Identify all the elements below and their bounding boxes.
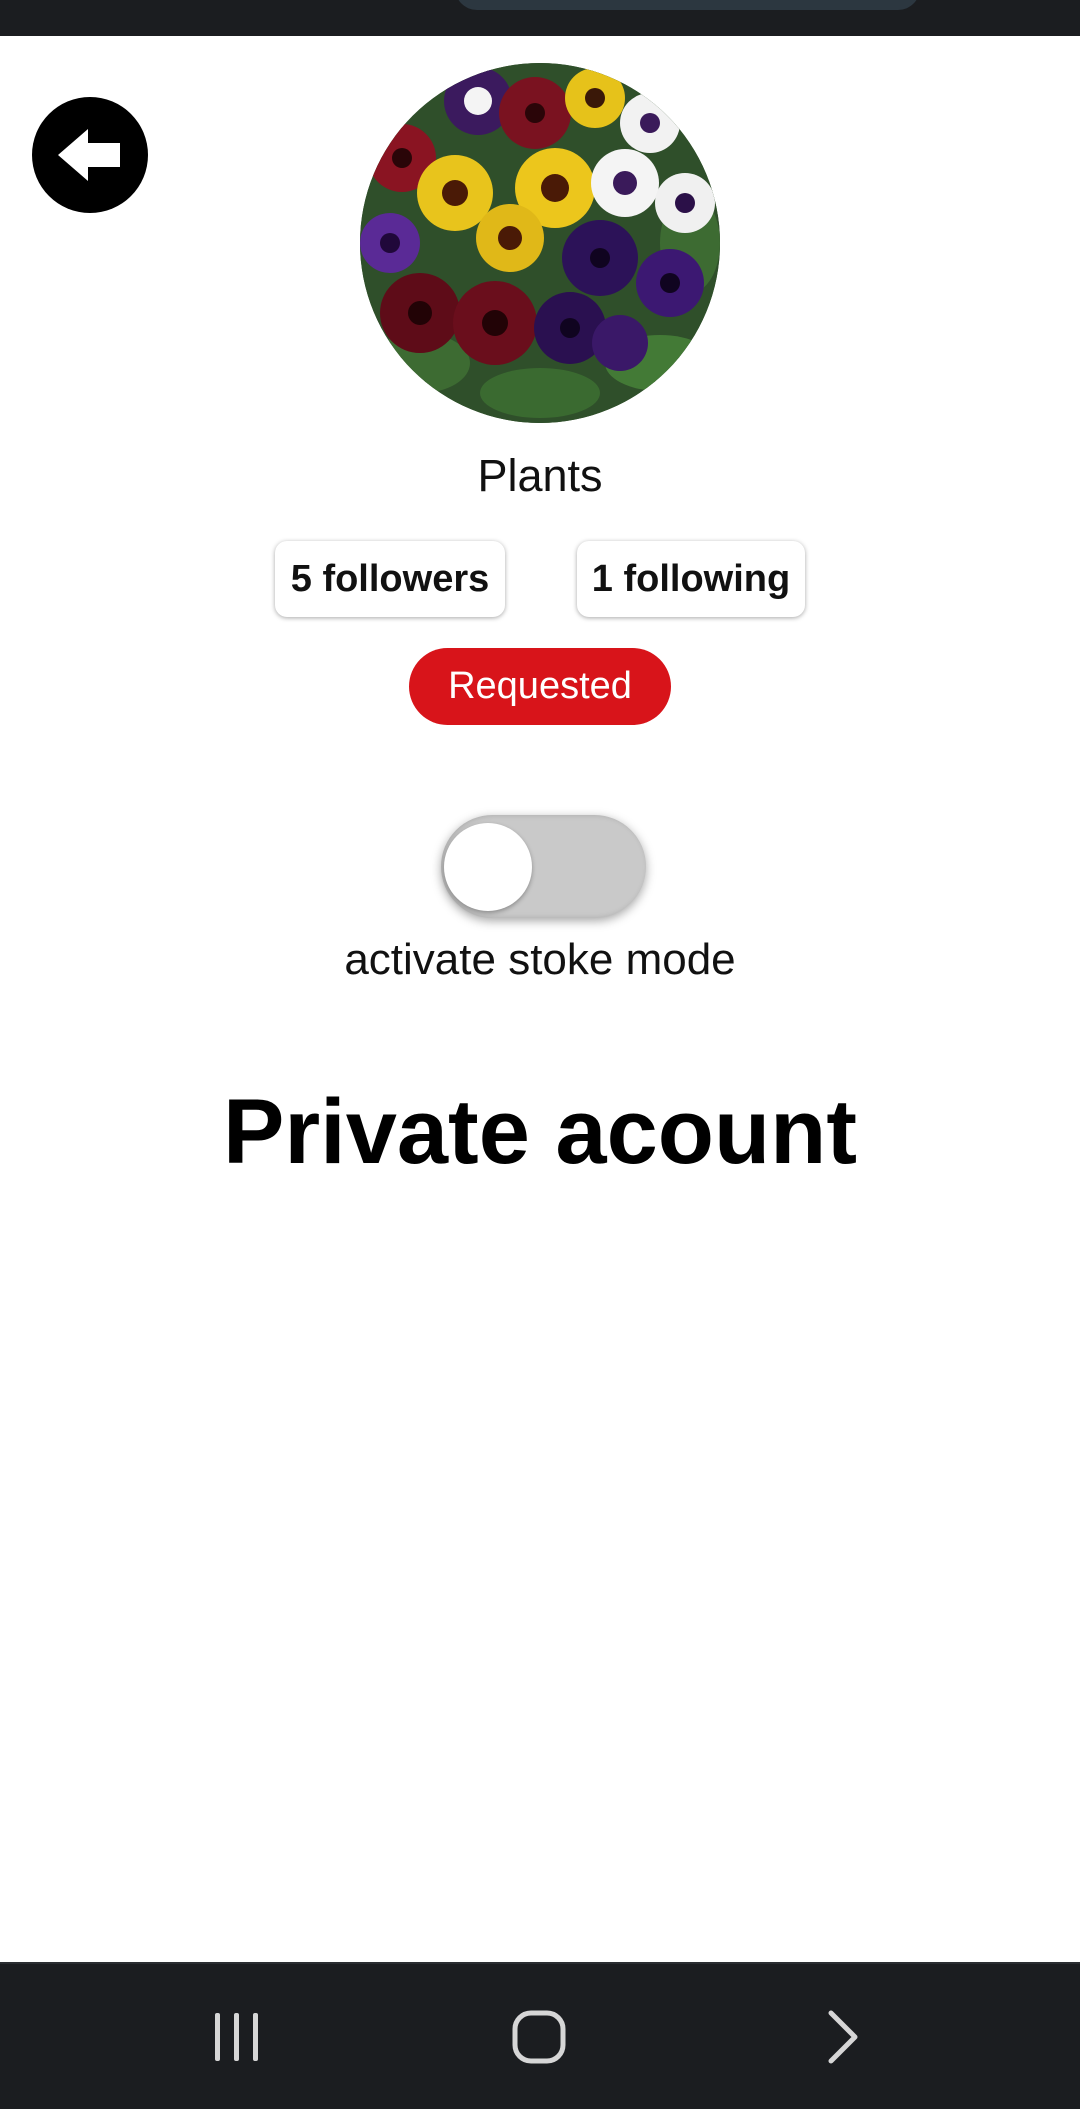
followers-button[interactable]: 5 followers bbox=[275, 541, 505, 617]
status-bar-pill bbox=[455, 0, 920, 10]
profile-avatar bbox=[360, 63, 720, 423]
recent-apps-button[interactable] bbox=[177, 1964, 297, 2109]
private-account-message: Private acount bbox=[223, 1081, 857, 1183]
requested-button[interactable]: Requested bbox=[409, 648, 671, 725]
home-button[interactable] bbox=[479, 1964, 599, 2109]
status-bar bbox=[0, 0, 1080, 36]
back-button[interactable] bbox=[32, 97, 148, 213]
toggle-knob bbox=[444, 823, 532, 911]
forward-button[interactable] bbox=[781, 1964, 901, 2109]
profile-name: Plants bbox=[477, 450, 603, 501]
stoke-mode-label: activate stoke mode bbox=[344, 935, 736, 984]
recent-apps-icon bbox=[215, 2012, 258, 2061]
forward-icon bbox=[828, 2010, 858, 2063]
pansy-flowers-photo bbox=[360, 63, 720, 423]
stoke-mode-toggle[interactable] bbox=[441, 815, 646, 918]
home-icon bbox=[512, 2010, 566, 2063]
system-navigation-bar bbox=[0, 1962, 1080, 2109]
following-button[interactable]: 1 following bbox=[577, 541, 805, 617]
arrow-left-icon bbox=[58, 129, 120, 181]
